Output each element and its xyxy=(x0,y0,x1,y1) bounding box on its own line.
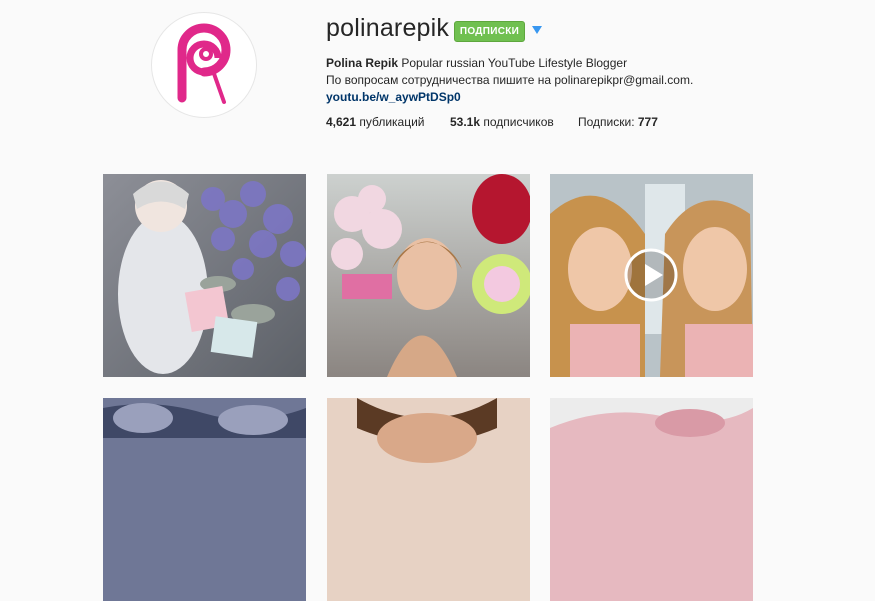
post-image xyxy=(327,174,530,377)
following-count: 777 xyxy=(637,115,658,129)
posts-count: 4,621 xyxy=(326,115,357,129)
profile-link[interactable]: youtu.be/w_aywPtDSp0 xyxy=(326,89,796,106)
post-tile[interactable] xyxy=(550,398,753,601)
post-tile[interactable] xyxy=(550,174,753,377)
video-play-icon xyxy=(624,248,678,302)
post-image xyxy=(103,174,306,377)
post-image xyxy=(327,398,530,601)
profile-username: polinarepik xyxy=(326,14,450,42)
profile-bio: Polina Repik Popular russian YouTube Lif… xyxy=(326,55,796,106)
posts-stat: 4,621 публикаций xyxy=(326,115,425,129)
post-image xyxy=(550,398,753,601)
followers-count: 53.1k xyxy=(450,115,481,129)
profile-avatar xyxy=(151,12,257,118)
post-image xyxy=(103,398,306,601)
profile-display-name: Polina Repik xyxy=(326,56,399,70)
followers-stat[interactable]: 53.1k подписчиков xyxy=(450,115,554,129)
followers-label: подписчиков xyxy=(483,115,554,129)
post-tile[interactable] xyxy=(103,398,306,601)
following-stat[interactable]: Подписки: 777 xyxy=(578,115,658,129)
bio-line-2: По вопросам сотрудничества пишите на pol… xyxy=(326,73,694,87)
post-tile[interactable] xyxy=(327,174,530,377)
chevron-down-icon[interactable] xyxy=(532,26,542,34)
post-tile[interactable] xyxy=(327,398,530,601)
lollipop-logo-icon xyxy=(177,23,231,104)
posts-label: публикаций xyxy=(359,115,425,129)
bio-line-1: Popular russian YouTube Lifestyle Blogge… xyxy=(401,56,628,70)
post-tile[interactable] xyxy=(103,174,306,377)
following-label: Подписки: xyxy=(578,115,635,129)
following-button[interactable]: ПОДПИСКИ xyxy=(454,21,525,42)
